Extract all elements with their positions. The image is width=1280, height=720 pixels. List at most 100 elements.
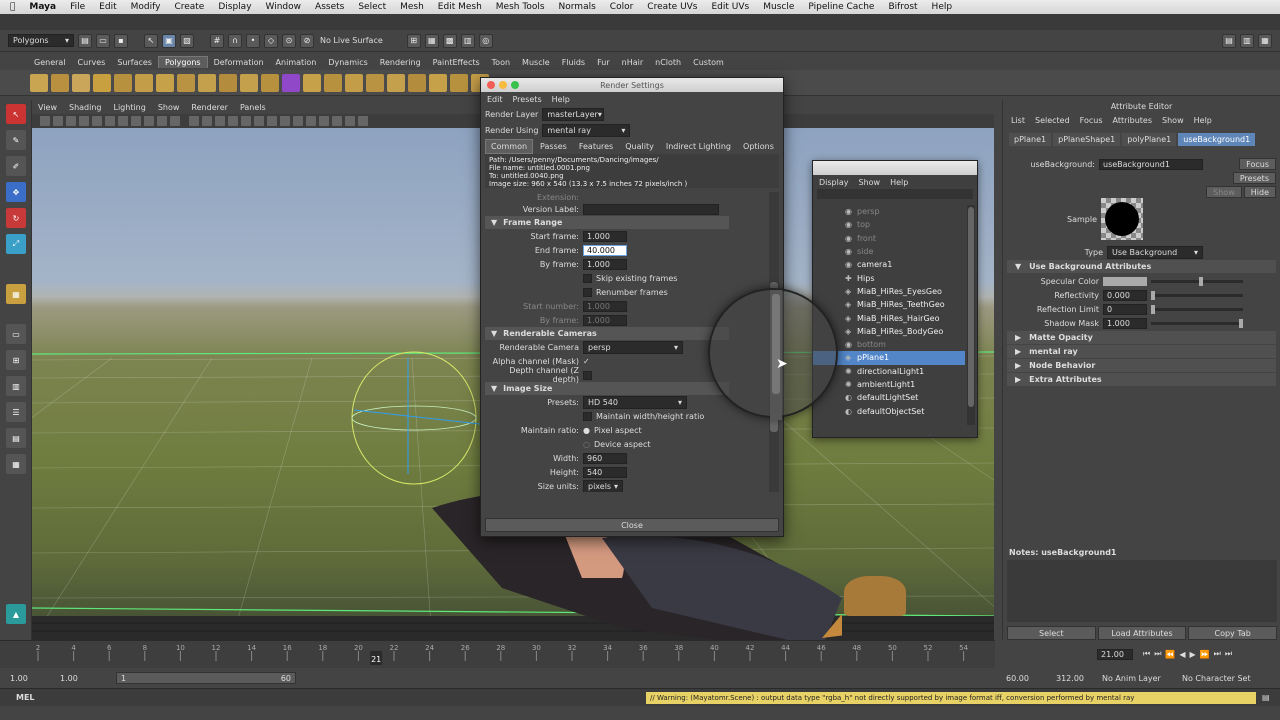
snap-surface-icon[interactable]: ⊙ <box>282 33 296 48</box>
show-button[interactable]: Show <box>1206 186 1242 198</box>
depth-channel-checkbox[interactable] <box>583 370 592 380</box>
smooth-shade-icon[interactable] <box>202 116 212 126</box>
shelf-tab-polygons[interactable]: Polygons <box>157 56 208 68</box>
poly-mirror-icon[interactable] <box>387 73 405 92</box>
poly-extrude-icon[interactable] <box>408 73 426 92</box>
shelf-tab-rendering[interactable]: Rendering <box>374 57 427 68</box>
render-frame-icon[interactable]: ▦ <box>424 33 439 48</box>
mode-selector[interactable]: Polygons ▾ <box>8 34 74 47</box>
ae-tab-pplane1[interactable]: pPlane1 <box>1009 132 1052 146</box>
bookmark-icon[interactable] <box>66 116 76 126</box>
safe-action-icon[interactable] <box>157 116 167 126</box>
wireframe-on-shaded-icon[interactable] <box>215 116 225 126</box>
node-behavior-section[interactable]: ▶ Node Behavior <box>1007 359 1276 372</box>
tab-options[interactable]: Options <box>738 140 779 153</box>
select-component-icon[interactable]: ▧ <box>180 33 194 48</box>
node-name-field[interactable]: useBackground1 <box>1099 158 1203 170</box>
camera-select-icon[interactable] <box>40 116 50 126</box>
outliner-item[interactable]: ◉ side <box>813 245 965 258</box>
skip-frames-checkbox[interactable] <box>583 273 592 283</box>
ambient-occlusion-icon[interactable] <box>267 116 277 126</box>
menu-edit[interactable]: Edit <box>99 2 116 12</box>
layout-side-icon[interactable]: ▥ <box>6 376 26 396</box>
menu-create[interactable]: Create <box>174 2 204 12</box>
shelf-tab-dynamics[interactable]: Dynamics <box>322 57 373 68</box>
select-button[interactable]: Select <box>1007 626 1096 640</box>
outliner-menu-help[interactable]: Help <box>890 178 908 187</box>
shadow-mask-slider[interactable] <box>1151 318 1243 328</box>
by-frame-field[interactable]: 1.000 <box>583 258 627 270</box>
textured-icon[interactable] <box>228 116 238 126</box>
menu-create-uvs[interactable]: Create UVs <box>647 2 697 12</box>
field-chart-icon[interactable] <box>144 116 154 126</box>
minimize-window-icon[interactable] <box>499 81 507 89</box>
reflection-limit-slider[interactable] <box>1151 304 1243 314</box>
snap-grid-icon[interactable]: # <box>210 33 224 48</box>
shelf-tab-fur[interactable]: Fur <box>591 57 616 68</box>
poly-combine-icon[interactable] <box>282 73 300 92</box>
ae-tab-pplaneshape1[interactable]: pPlaneShape1 <box>1053 132 1121 146</box>
shelf-tab-deformation[interactable]: Deformation <box>208 57 270 68</box>
snap-curve-icon[interactable]: ∩ <box>228 33 242 48</box>
alpha-channel-checkbox[interactable]: ✓ <box>583 357 590 366</box>
shelf-tab-curves[interactable]: Curves <box>72 57 112 68</box>
menu-normals[interactable]: Normals <box>559 2 596 12</box>
tab-passes[interactable]: Passes <box>535 140 572 153</box>
load-attributes-button[interactable]: Load Attributes <box>1097 626 1187 640</box>
outliner-filter-field[interactable] <box>817 189 973 199</box>
menu-mesh-tools[interactable]: Mesh Tools <box>496 2 545 12</box>
move-tool-icon[interactable]: ✥ <box>6 182 26 202</box>
wireframe-icon[interactable] <box>189 116 199 126</box>
anim-layer-select[interactable]: No Anim Layer <box>1102 674 1176 683</box>
safe-title-icon[interactable] <box>170 116 180 126</box>
vp-menu-renderer[interactable]: Renderer <box>191 103 228 112</box>
layout-single-icon[interactable]: ▭ <box>6 324 26 344</box>
hypershade-icon[interactable]: ◎ <box>478 33 493 48</box>
layout-outliner-icon[interactable]: ☰ <box>6 402 26 422</box>
gate-mask-icon[interactable] <box>131 116 141 126</box>
focus-button[interactable]: Focus <box>1239 158 1276 170</box>
menu-assets[interactable]: Assets <box>315 2 344 12</box>
shelf-tab-ncloth[interactable]: nCloth <box>649 57 687 68</box>
close-button[interactable]: Close <box>485 518 779 532</box>
poly-soccer-icon[interactable] <box>240 73 258 92</box>
go-to-start-icon[interactable]: ⏮ <box>1143 649 1150 659</box>
outliner-item[interactable]: ◐ defaultObjectSet <box>813 404 965 417</box>
frame-range-section[interactable]: ▼ Frame Range <box>485 216 729 229</box>
notes-field[interactable] <box>1007 560 1277 622</box>
outliner-scrollbar[interactable] <box>967 205 975 425</box>
layout-four-icon[interactable]: ⊞ <box>6 350 26 370</box>
poly-separate-icon[interactable] <box>303 73 321 92</box>
matte-opacity-section[interactable]: ▶ Matte Opacity <box>1007 331 1276 344</box>
antialiasing-icon[interactable] <box>332 116 342 126</box>
poly-pipe-icon[interactable] <box>198 73 216 92</box>
ae-menu-attributes[interactable]: Attributes <box>1113 116 1153 125</box>
poly-bridge-icon[interactable] <box>429 73 447 92</box>
camera-attr-icon[interactable] <box>53 116 63 126</box>
reflectivity-slider[interactable] <box>1151 290 1243 300</box>
make-live-icon[interactable]: ⊘ <box>300 33 314 48</box>
history-icon[interactable]: ⊞ <box>406 33 421 48</box>
presets-button[interactable]: Presets <box>1232 172 1276 184</box>
renderable-cameras-section[interactable]: ▼ Renderable Cameras <box>485 327 729 340</box>
poly-prism-icon[interactable] <box>156 73 174 92</box>
shelf-tab-custom[interactable]: Custom <box>687 57 730 68</box>
outliner-item[interactable]: ◈ MiaB_HiRes_TeethGeo <box>813 298 965 311</box>
poly-platonic-icon[interactable] <box>261 73 279 92</box>
vp-menu-shading[interactable]: Shading <box>69 103 102 112</box>
depth-of-field-icon[interactable] <box>345 116 355 126</box>
type-select[interactable]: Use Background ▾ <box>1107 245 1203 259</box>
menu-window[interactable]: Window <box>266 2 302 12</box>
render-settings-icon[interactable]: ▥ <box>460 33 475 48</box>
shelf-tab-painteffects[interactable]: PaintEffects <box>427 57 486 68</box>
ae-menu-show[interactable]: Show <box>1162 116 1184 125</box>
mental-ray-section[interactable]: ▶ mental ray <box>1007 345 1276 358</box>
new-scene-icon[interactable]: ▤ <box>78 33 92 48</box>
presets-select[interactable]: HD 540 ▾ <box>583 395 687 409</box>
save-scene-icon[interactable]: ▪ <box>114 33 128 48</box>
app-name[interactable]: Maya <box>29 2 56 12</box>
reflection-limit-field[interactable]: 0 <box>1103 303 1147 315</box>
poly-pyramid-icon[interactable] <box>177 73 195 92</box>
layout-hypershade-icon[interactable]: ▦ <box>6 454 26 474</box>
time-slider[interactable]: 2 4 6 8 10 12 14 16 18 20 22 24 26 28 30 32 34 36 38 40 42 44… <box>0 640 1075 668</box>
